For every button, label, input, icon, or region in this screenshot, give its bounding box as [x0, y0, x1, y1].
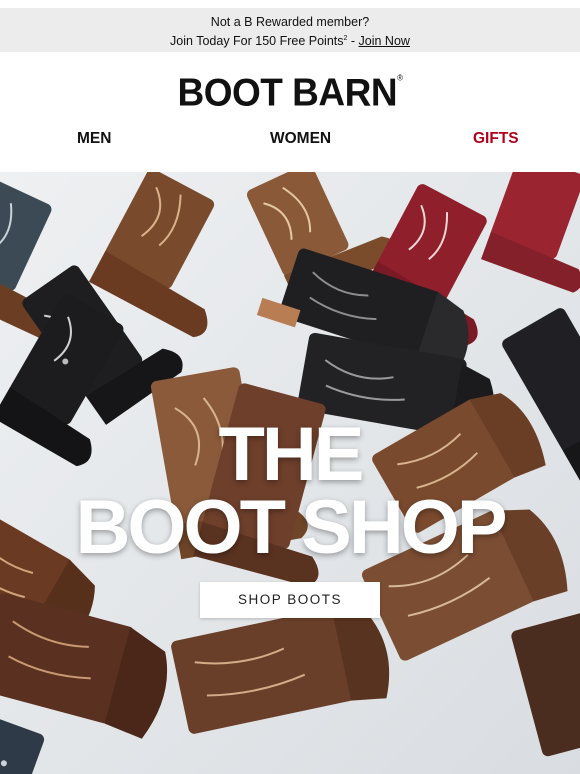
- hero-title-line-2: BOOT SHOP: [75, 485, 507, 570]
- hero-title-line-1: THE: [218, 412, 365, 497]
- promo-separator: -: [347, 34, 359, 48]
- join-now-link[interactable]: Join Now: [359, 34, 410, 48]
- boot-barn-logo[interactable]: BOOT BARN®: [0, 71, 580, 115]
- promo-offer-text: Join Today For 150 Free Points: [170, 34, 344, 48]
- promo-line-2: Join Today For 150 Free Points2 - Join N…: [0, 31, 580, 49]
- main-nav: MEN WOMEN GIFTS: [0, 130, 580, 150]
- nav-women[interactable]: WOMEN: [270, 130, 331, 148]
- promo-banner: Not a B Rewarded member? Join Today For …: [0, 8, 580, 52]
- hero-banner[interactable]: THE BOOT SHOP SHOP BOOTS: [0, 172, 580, 774]
- nav-men[interactable]: MEN: [77, 130, 111, 148]
- logo-text: BOOT BARN: [177, 70, 398, 114]
- promo-line-1: Not a B Rewarded member?: [210, 15, 370, 29]
- shop-boots-button[interactable]: SHOP BOOTS: [200, 582, 380, 618]
- registered-mark: ®: [397, 73, 403, 83]
- nav-gifts[interactable]: GIFTS: [473, 130, 519, 148]
